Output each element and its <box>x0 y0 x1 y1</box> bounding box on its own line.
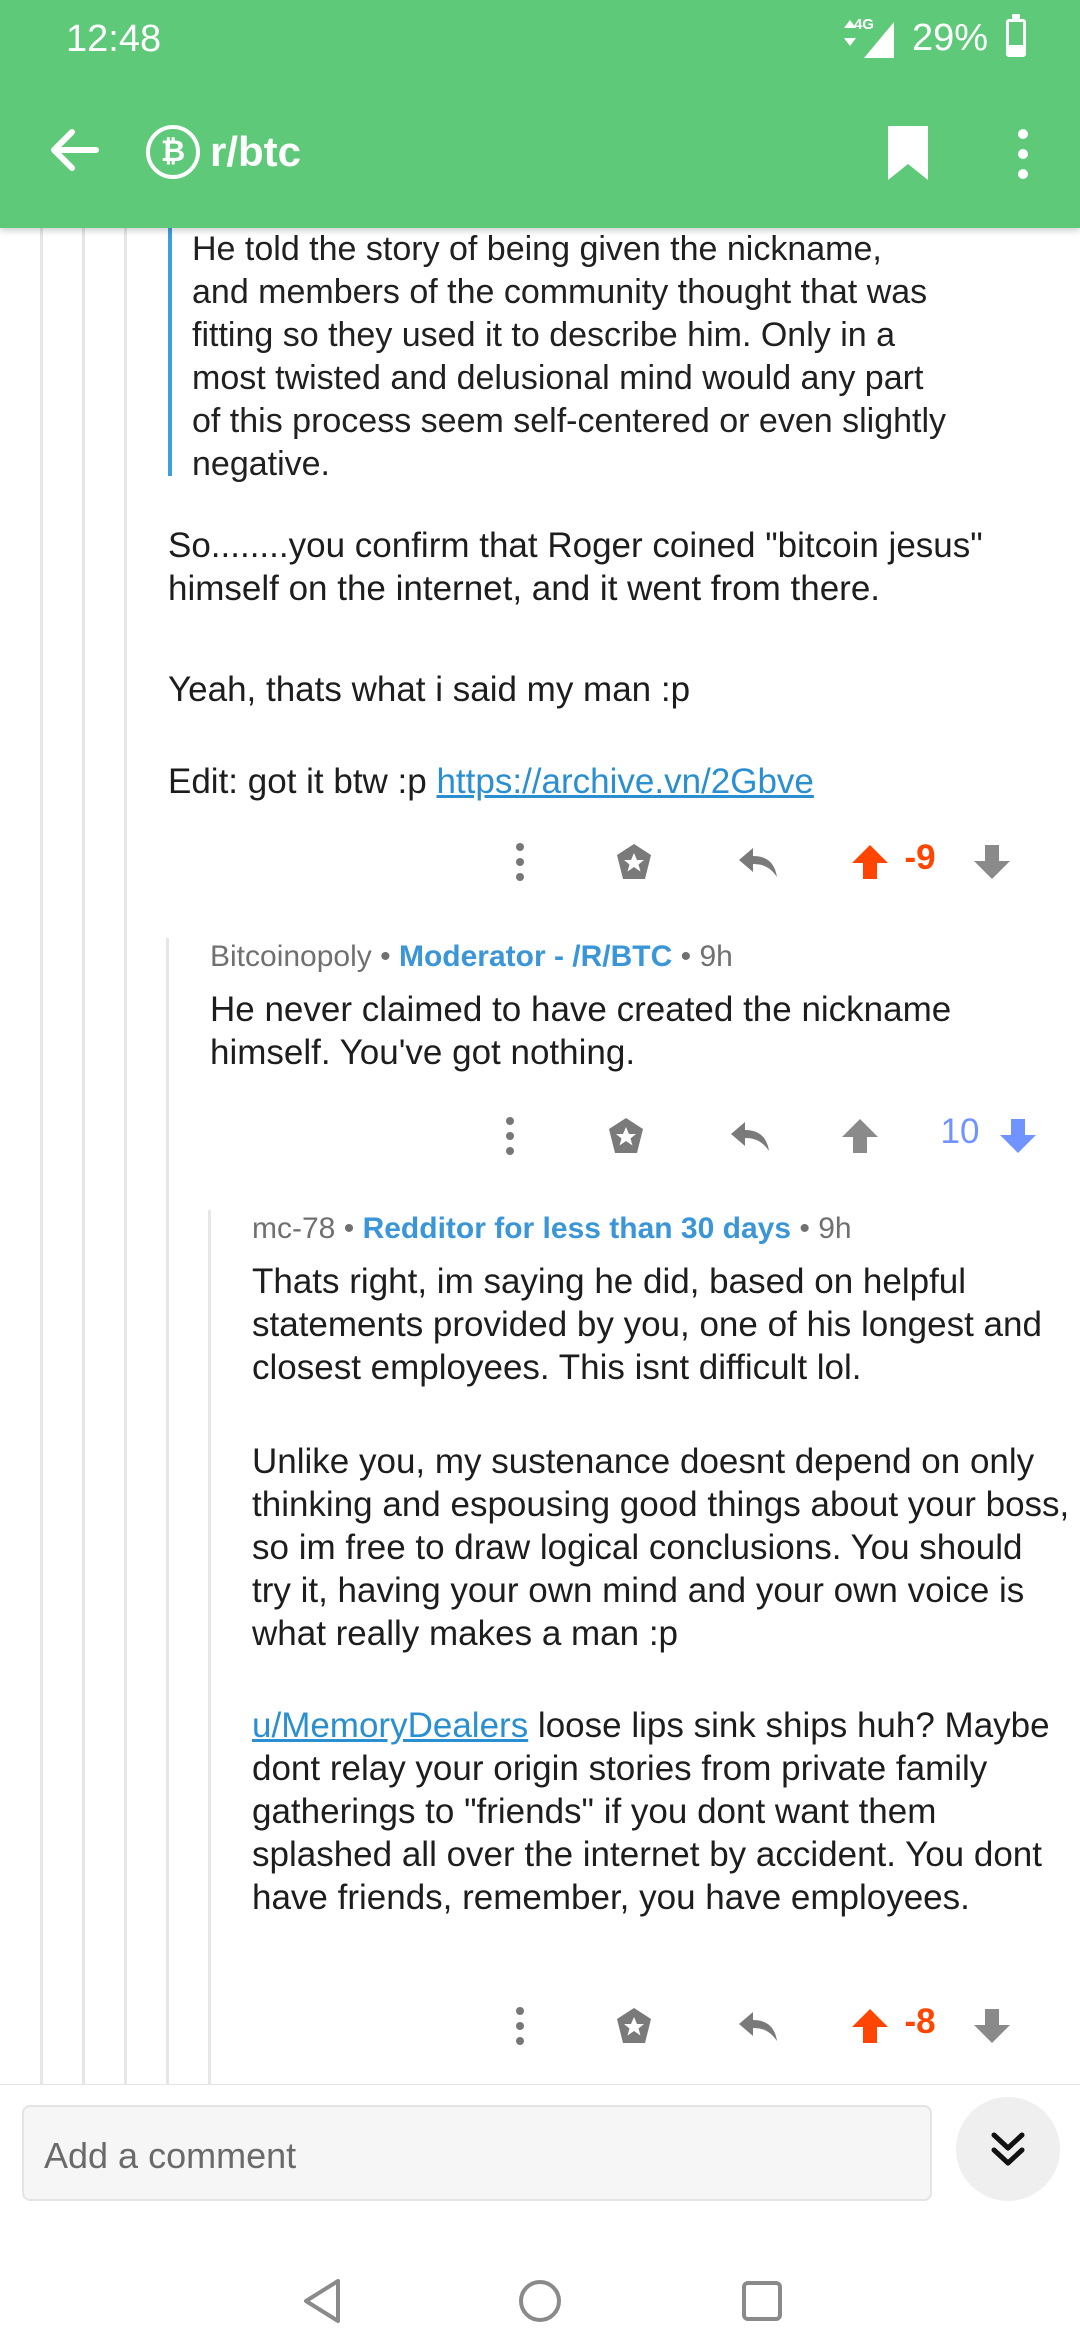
battery-icon <box>1006 14 1026 57</box>
subreddit-name[interactable]: r/btc <box>210 128 301 176</box>
reply-icon[interactable] <box>728 1996 788 2056</box>
downvote-icon[interactable] <box>970 832 1014 892</box>
award-icon[interactable] <box>596 1106 656 1166</box>
comment-age: 9h <box>818 1212 852 1245</box>
upvote-icon[interactable] <box>848 1996 892 2056</box>
status-time: 12:48 <box>66 18 162 60</box>
nav-recents-icon[interactable] <box>732 2271 792 2331</box>
author-name[interactable]: Bitcoinopoly <box>210 940 372 973</box>
battery-percent: 29% <box>911 16 988 59</box>
comment-paragraph: Yeah, thats what i said my man :p <box>168 670 691 709</box>
signal-icon: 4G <box>842 16 898 60</box>
author-name[interactable]: mc-78 <box>252 1212 335 1245</box>
nav-back-icon[interactable] <box>292 2271 352 2331</box>
comment-actions: -8 <box>490 1996 1050 2056</box>
score: -9 <box>904 838 936 877</box>
blockquote-bar <box>168 228 172 476</box>
add-comment-input[interactable]: Add a comment <box>22 2105 932 2201</box>
thread-line[interactable] <box>124 228 127 2084</box>
upvote-icon[interactable] <box>838 1106 882 1166</box>
comment-paragraph: Edit: got it btw :p https://archive.vn/2… <box>168 760 1048 803</box>
comment-actions: -9 <box>490 832 1050 892</box>
double-chevron-down-icon[interactable] <box>956 2097 1060 2201</box>
upvote-icon[interactable] <box>848 832 892 892</box>
comment-age: 9h <box>699 940 733 973</box>
system-nav-bar <box>0 2261 1080 2340</box>
edit-text: Edit: got it btw :p <box>168 762 437 801</box>
comment-thread: He told the story of being given the nic… <box>0 228 1080 2084</box>
downvote-icon[interactable] <box>996 1106 1040 1166</box>
comment-meta: mc-78 • Redditor for less than 30 days •… <box>252 1212 852 1246</box>
nav-home-icon[interactable] <box>510 2271 570 2331</box>
score: 10 <box>940 1112 980 1151</box>
comment-paragraph: u/MemoryDealers loose lips sink ships hu… <box>252 1704 1070 1919</box>
back-arrow-icon[interactable] <box>44 120 104 180</box>
award-icon[interactable] <box>604 1996 664 2056</box>
more-options-icon[interactable] <box>490 832 550 892</box>
user-flair: Redditor for less than 30 days <box>362 1212 792 1245</box>
separator: • <box>680 940 692 973</box>
bottom-bar: Add a comment <box>0 2084 1080 2340</box>
bitcoin-icon[interactable]: ₿ <box>146 125 200 179</box>
comment-actions: 10 <box>480 1106 1050 1166</box>
app-header: 12:48 4G 29% ₿ r/btc <box>0 0 1080 228</box>
more-vertical-icon[interactable] <box>1008 124 1038 184</box>
thread-line[interactable] <box>82 228 85 2084</box>
separator: • <box>343 1212 355 1245</box>
archive-link[interactable]: https://archive.vn/2Gbve <box>436 762 813 801</box>
more-options-icon[interactable] <box>480 1106 540 1166</box>
user-mention-link[interactable]: u/MemoryDealers <box>252 1706 528 1745</box>
quoted-text: He told the story of being given the nic… <box>192 230 947 483</box>
thread-line[interactable] <box>208 1210 211 2084</box>
network-type-label: 4G <box>853 16 874 33</box>
separator: • <box>380 940 391 973</box>
user-flair: Moderator - /R/BTC <box>398 940 673 973</box>
thread-line[interactable] <box>40 228 43 2084</box>
award-icon[interactable] <box>604 832 664 892</box>
status-icons: 4G 29% <box>842 14 1026 60</box>
more-options-icon[interactable] <box>490 1996 550 2056</box>
score: -8 <box>904 2002 936 2041</box>
comment-body: He never claimed to have created the nic… <box>210 990 952 1072</box>
comment-paragraph: Thats right, im saying he did, based on … <box>252 1262 1042 1387</box>
comment-meta: Bitcoinopoly • Moderator - /R/BTC • 9h <box>210 940 733 974</box>
battery-fill <box>1009 44 1023 54</box>
downvote-icon[interactable] <box>970 1996 1014 2056</box>
thread-line[interactable] <box>166 938 169 2084</box>
reply-icon[interactable] <box>728 832 788 892</box>
bookmark-icon[interactable] <box>884 124 932 182</box>
reply-icon[interactable] <box>720 1106 780 1166</box>
separator: • <box>799 1212 810 1245</box>
comment-paragraph: So........you confirm that Roger coined … <box>168 526 983 608</box>
comment-paragraph: Unlike you, my sustenance doesnt depend … <box>252 1442 1070 1653</box>
